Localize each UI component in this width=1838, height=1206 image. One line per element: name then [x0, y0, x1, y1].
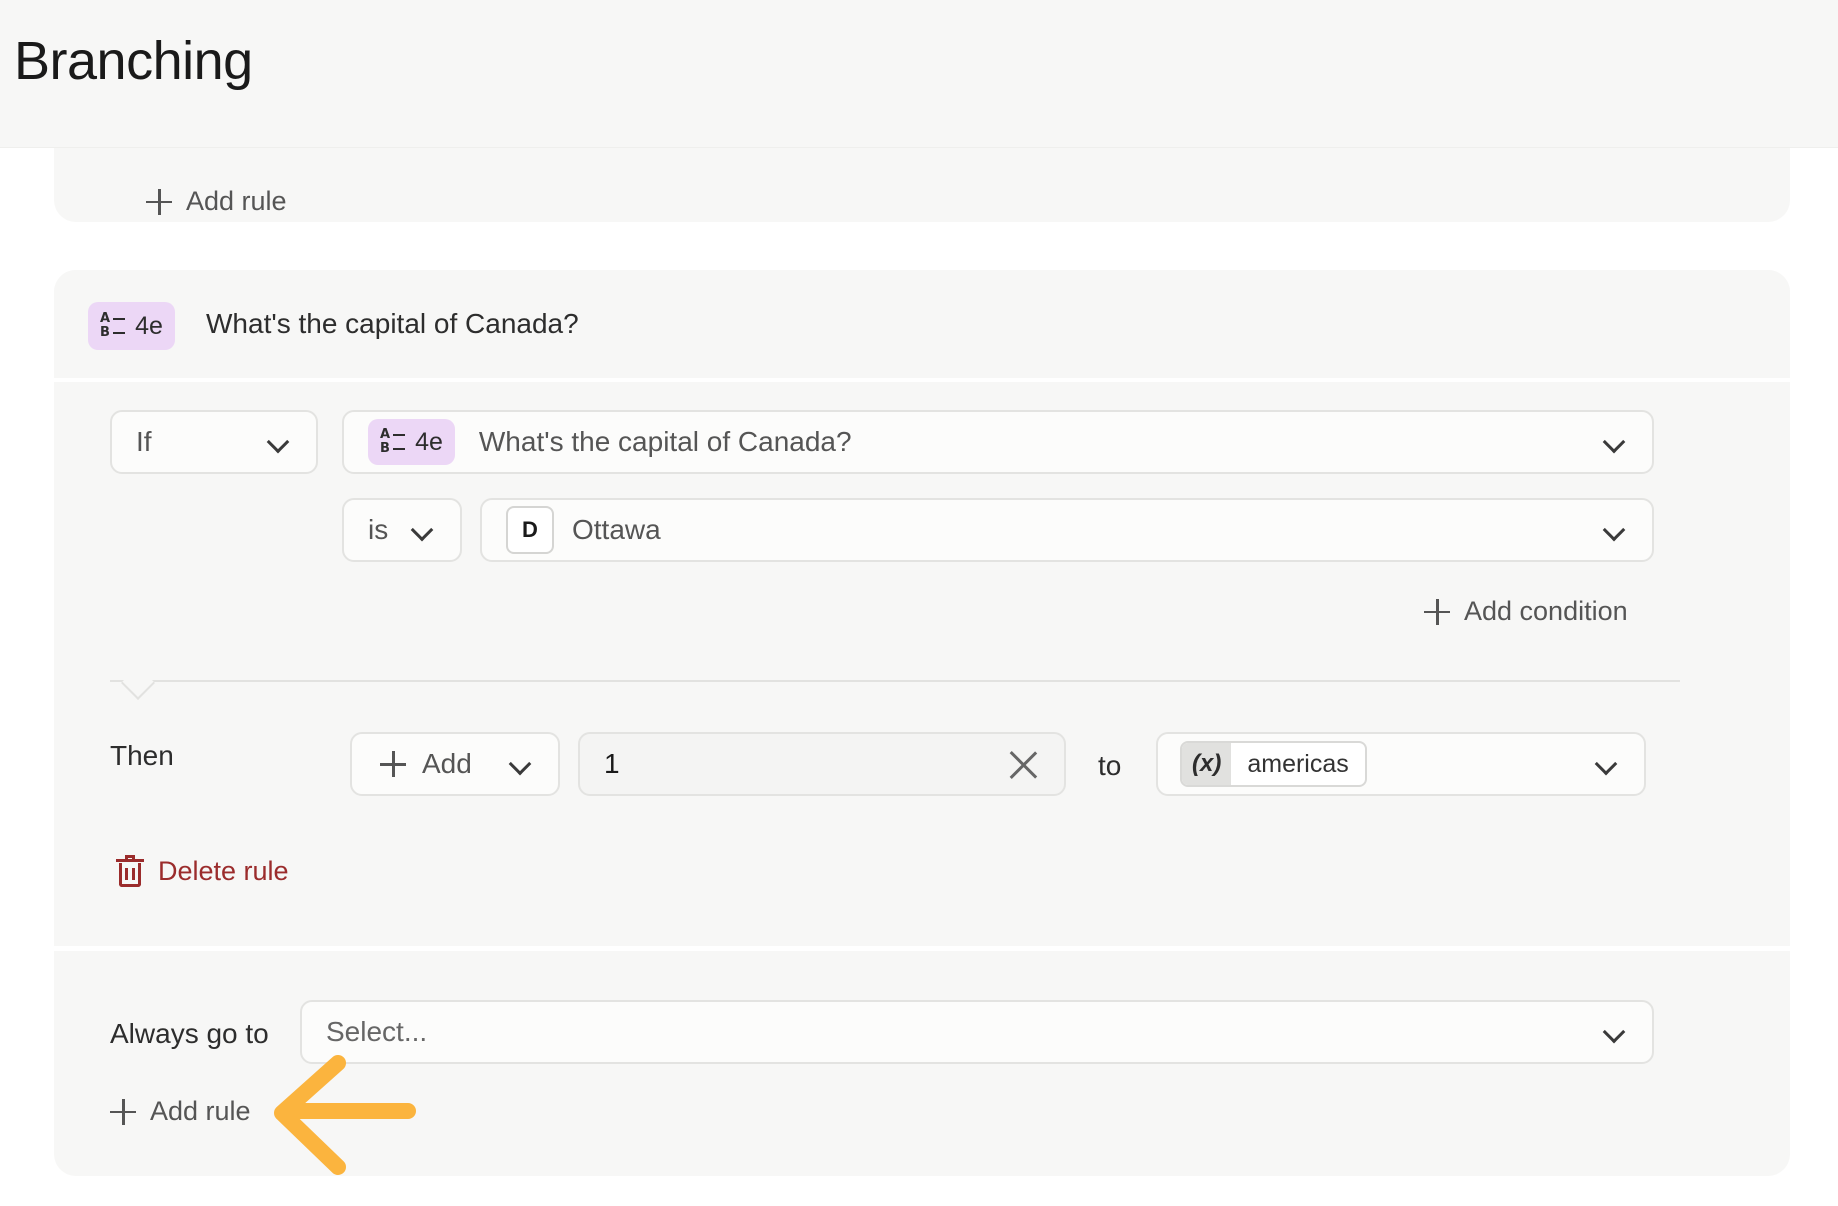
action-label: Add: [422, 748, 472, 779]
operator-select[interactable]: is: [342, 498, 462, 562]
plus-icon: [1424, 598, 1450, 625]
delete-rule-button[interactable]: Delete rule: [116, 855, 289, 887]
delete-rule-label: Delete rule: [158, 855, 289, 886]
if-label: If: [136, 426, 152, 457]
chevron-down-icon: [1602, 518, 1626, 542]
always-go-to-select[interactable]: Select...: [300, 1000, 1654, 1064]
question-title: What's the capital of Canada?: [206, 308, 579, 339]
divider-notch: [121, 666, 155, 700]
question-badge: AB 4e: [88, 302, 175, 350]
add-rule-label: Add rule: [150, 1096, 251, 1126]
page-header: Branching: [0, 0, 1838, 148]
variable-select[interactable]: (x) americas: [1156, 732, 1646, 796]
chevron-down-icon: [410, 518, 434, 542]
question-rule-card: AB 4e What's the capital of Canada? If A…: [54, 270, 1790, 1176]
field-value: What's the capital of Canada?: [478, 426, 852, 457]
plus-icon: [110, 1098, 136, 1125]
arrow-annotation-icon: [274, 1055, 416, 1175]
question-badge-label: 4e: [135, 311, 163, 340]
always-go-to-label: Always go to: [110, 1018, 269, 1049]
plus-icon: [146, 188, 172, 215]
page-title: Branching: [14, 31, 253, 91]
always-go-to-placeholder: Select...: [326, 1016, 428, 1047]
choice-list-icon: AB: [100, 312, 126, 340]
section-separator: [54, 946, 1790, 951]
close-icon[interactable]: [1008, 750, 1038, 780]
chevron-down-icon: [1602, 430, 1626, 454]
if-select[interactable]: If: [110, 410, 318, 474]
answer-value: Ottawa: [572, 514, 661, 545]
choice-list-icon: AB: [380, 428, 406, 456]
add-condition-button[interactable]: Add condition: [1424, 596, 1628, 627]
chevron-down-icon: [266, 430, 290, 454]
field-badge-label: 4e: [415, 427, 443, 456]
amount-value: 1: [604, 748, 620, 779]
divider: [110, 680, 1680, 682]
to-label: to: [1098, 750, 1122, 781]
answer-letter: D: [506, 506, 554, 554]
answer-select[interactable]: D Ottawa: [480, 498, 1654, 562]
add-rule-button[interactable]: Add rule: [110, 1096, 251, 1127]
field-select[interactable]: AB 4e What's the capital of Canada?: [342, 410, 1654, 474]
operator-label: is: [368, 514, 389, 545]
add-rule-label: Add rule: [186, 186, 287, 216]
field-badge: AB 4e: [368, 419, 455, 465]
chevron-down-icon: [1602, 1020, 1626, 1044]
chevron-down-icon: [1594, 752, 1618, 776]
variable-name: americas: [1247, 749, 1349, 778]
amount-input[interactable]: 1: [578, 732, 1066, 796]
add-condition-label: Add condition: [1464, 596, 1628, 626]
question-header: AB 4e What's the capital of Canada?: [54, 270, 1790, 382]
then-label: Then: [110, 740, 174, 771]
chevron-down-icon: [508, 752, 532, 776]
plus-icon: [380, 751, 406, 777]
add-rule-button-top[interactable]: Add rule: [146, 186, 287, 217]
variable-icon: (x): [1182, 743, 1232, 785]
variable-chip: (x) americas: [1180, 741, 1367, 787]
action-select[interactable]: Add: [350, 732, 560, 796]
trash-icon: [116, 855, 144, 887]
